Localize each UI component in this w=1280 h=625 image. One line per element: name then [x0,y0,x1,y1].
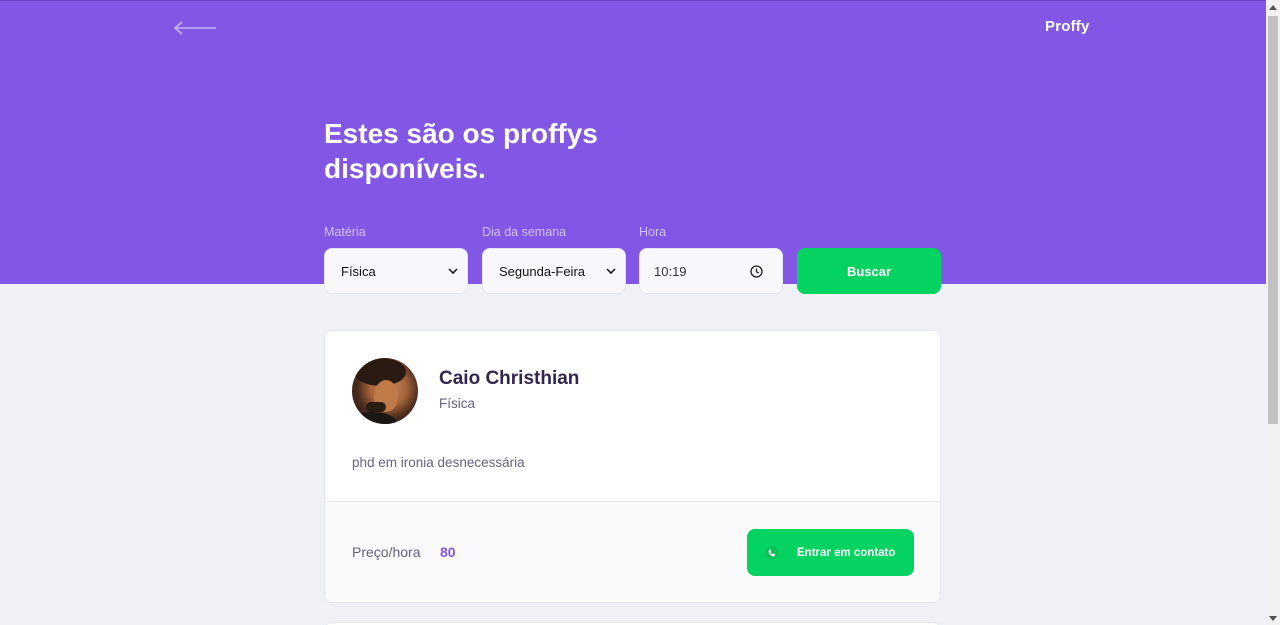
subject-select-value: Física [341,263,376,279]
scroll-up-icon[interactable] [1266,0,1280,14]
price-value: 80 [440,544,456,560]
clock-icon[interactable] [750,264,766,278]
teacher-subject: Física [439,396,476,411]
whatsapp-icon [765,546,779,560]
scroll-down-icon[interactable] [1266,611,1280,625]
back-button[interactable] [172,17,218,39]
price-label: Preço/hora [352,544,421,560]
scrollbar[interactable] [1266,0,1280,625]
subject-select[interactable]: Física [324,248,468,294]
avatar [352,358,418,424]
scrollbar-thumb[interactable] [1268,16,1278,424]
teacher-card: Caio Christhian Física phd em ironia des… [324,330,941,603]
weekday-select[interactable]: Segunda-Feira [482,248,626,294]
time-input[interactable]: 10:19 [639,248,783,294]
contact-button[interactable]: Entrar em contato [747,529,914,576]
teacher-card-footer: Preço/hora 80 Entrar em contato [325,501,940,602]
weekday-select-value: Segunda-Feira [499,263,585,279]
teacher-name: Caio Christhian [439,368,580,389]
subject-label: Matéria [324,225,366,239]
time-label: Hora [639,225,667,239]
arrow-left-icon [173,21,216,35]
contact-button-label: Entrar em contato [797,546,896,559]
chevron-down-icon [445,268,461,274]
page: Proffy Estes são os proffys disponíveis.… [0,0,1266,625]
page-title: Estes são os proffys disponíveis. [324,118,598,184]
page-header: Proffy Estes são os proffys disponíveis.… [0,0,1266,294]
weekday-label: Dia da semana [482,225,567,239]
logo[interactable]: Proffy [1045,18,1090,35]
time-input-value: 10:19 [654,263,687,279]
search-button[interactable]: Buscar [797,248,941,294]
chevron-down-icon [603,268,619,274]
teacher-bio: phd em ironia desnecessária [352,455,525,470]
